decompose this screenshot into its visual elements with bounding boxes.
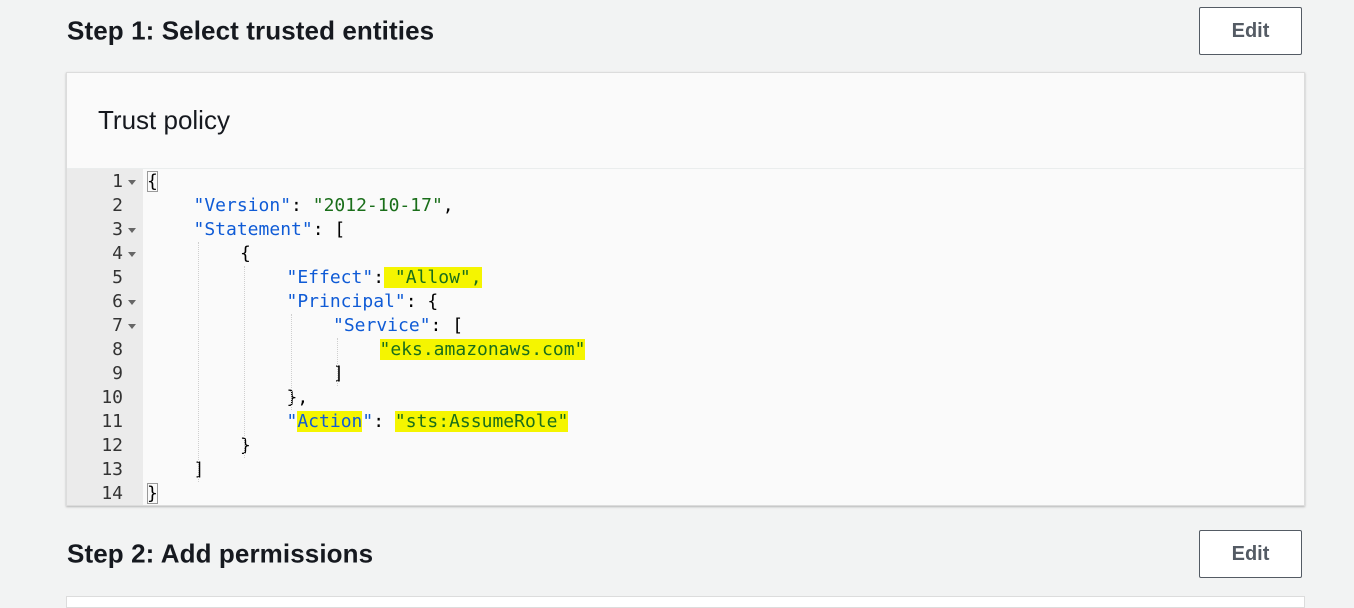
line-number: 5 [67, 266, 143, 290]
json-punctuation: : [ [430, 315, 464, 336]
code-line[interactable]: { [143, 170, 1304, 194]
line-number: 6 [67, 290, 143, 314]
json-punctuation: : [291, 195, 313, 216]
code-line[interactable]: "Version": "2012-10-17", [143, 194, 1304, 218]
line-number-text: 10 [101, 387, 123, 408]
code-line[interactable]: "Statement": [ [143, 218, 1304, 242]
code-line[interactable]: } [143, 482, 1304, 505]
line-number: 2 [67, 194, 143, 218]
fold-arrow-icon[interactable] [128, 324, 136, 329]
json-punctuation: : { [405, 291, 439, 312]
step-2-edit-button[interactable]: Edit [1199, 530, 1302, 578]
step-2-header: Step 2: Add permissions Edit [67, 530, 1302, 578]
json-punctuation: } [147, 483, 158, 504]
line-number: 8 [67, 338, 143, 362]
line-number-text: 14 [101, 483, 123, 504]
line-number-text: 6 [112, 291, 123, 312]
trust-policy-card: Trust policy 1 2 3 4 5 6 7 8 9 10 11 12 13 14 {"Versi… [66, 72, 1305, 506]
json-key: " [286, 411, 298, 432]
code-line[interactable]: ] [143, 458, 1304, 482]
line-number: 1 [67, 170, 143, 194]
line-number: 3 [67, 218, 143, 242]
step-1-header: Step 1: Select trusted entities Edit [67, 7, 1302, 55]
line-number-text: 8 [112, 339, 123, 360]
indent-guide [337, 338, 338, 386]
policy-code-editor[interactable]: 1 2 3 4 5 6 7 8 9 10 11 12 13 14 {"Version": "2012-10… [67, 169, 1304, 505]
step-2-title: Step 2: Add permissions [67, 538, 374, 569]
line-number-gutter: 1 2 3 4 5 6 7 8 9 10 11 12 13 14 [67, 169, 143, 505]
line-number-text: 11 [101, 411, 123, 432]
json-key: "Effect" [286, 267, 374, 288]
line-number-text: 5 [112, 267, 123, 288]
code-line[interactable]: "eks.amazonaws.com" [143, 338, 1304, 362]
json-string: "sts:AssumeRole" [394, 411, 569, 432]
code-line[interactable]: } [143, 434, 1304, 458]
policy-code-area[interactable]: {"Version": "2012-10-17", "Statement": [{… [143, 169, 1304, 505]
code-line[interactable]: ] [143, 362, 1304, 386]
line-number-text: 2 [112, 195, 123, 216]
indent-guide [197, 242, 199, 482]
indent-guide [290, 314, 292, 410]
line-number: 13 [67, 458, 143, 482]
json-key: "Version" [193, 195, 292, 216]
fold-arrow-icon[interactable] [128, 252, 136, 257]
json-punctuation: ] [333, 363, 344, 384]
json-punctuation: { [147, 171, 158, 192]
fold-arrow-icon[interactable] [128, 228, 136, 233]
code-line[interactable]: }, [143, 386, 1304, 410]
json-string: "Allow", [384, 267, 482, 288]
line-number: 10 [67, 386, 143, 410]
line-number-text: 7 [112, 315, 123, 336]
line-number-text: 4 [112, 243, 123, 264]
line-number-text: 9 [112, 363, 123, 384]
line-number: 14 [67, 482, 143, 505]
json-punctuation: ] [193, 459, 205, 480]
permissions-card [66, 596, 1305, 608]
json-punctuation: { [240, 243, 251, 264]
code-line[interactable]: "Effect": "Allow", [143, 266, 1304, 290]
line-number-text: 3 [112, 219, 123, 240]
json-key: "Principal" [286, 291, 406, 312]
json-key: " [362, 411, 374, 432]
code-line[interactable]: { [143, 242, 1304, 266]
step-1-title: Step 1: Select trusted entities [67, 15, 435, 46]
indent-guide [244, 266, 245, 458]
json-punctuation: , [442, 195, 454, 216]
line-number-text: 1 [112, 171, 123, 192]
code-line[interactable]: "Principal": { [143, 290, 1304, 314]
json-punctuation: : [373, 267, 385, 288]
code-line[interactable]: "Service": [ [143, 314, 1304, 338]
line-number: 9 [67, 362, 143, 386]
line-number: 11 [67, 410, 143, 434]
json-key: Action [297, 411, 363, 432]
json-key: "Statement" [193, 219, 313, 240]
json-punctuation: } [240, 435, 251, 456]
line-number: 4 [67, 242, 143, 266]
line-number-text: 12 [101, 435, 123, 456]
json-punctuation: : [ [312, 219, 346, 240]
json-punctuation: : [373, 411, 395, 432]
line-number-text: 13 [101, 459, 123, 480]
step-1-edit-button[interactable]: Edit [1199, 7, 1302, 55]
fold-arrow-icon[interactable] [128, 180, 136, 185]
line-number: 12 [67, 434, 143, 458]
json-key: "Service" [333, 315, 431, 336]
json-string: "2012-10-17" [312, 195, 443, 216]
fold-arrow-icon[interactable] [128, 300, 136, 305]
trust-policy-title: Trust policy [67, 73, 1304, 169]
line-number: 7 [67, 314, 143, 338]
json-string: "eks.amazonaws.com" [379, 339, 586, 360]
code-line[interactable]: "Action": "sts:AssumeRole" [143, 410, 1304, 434]
